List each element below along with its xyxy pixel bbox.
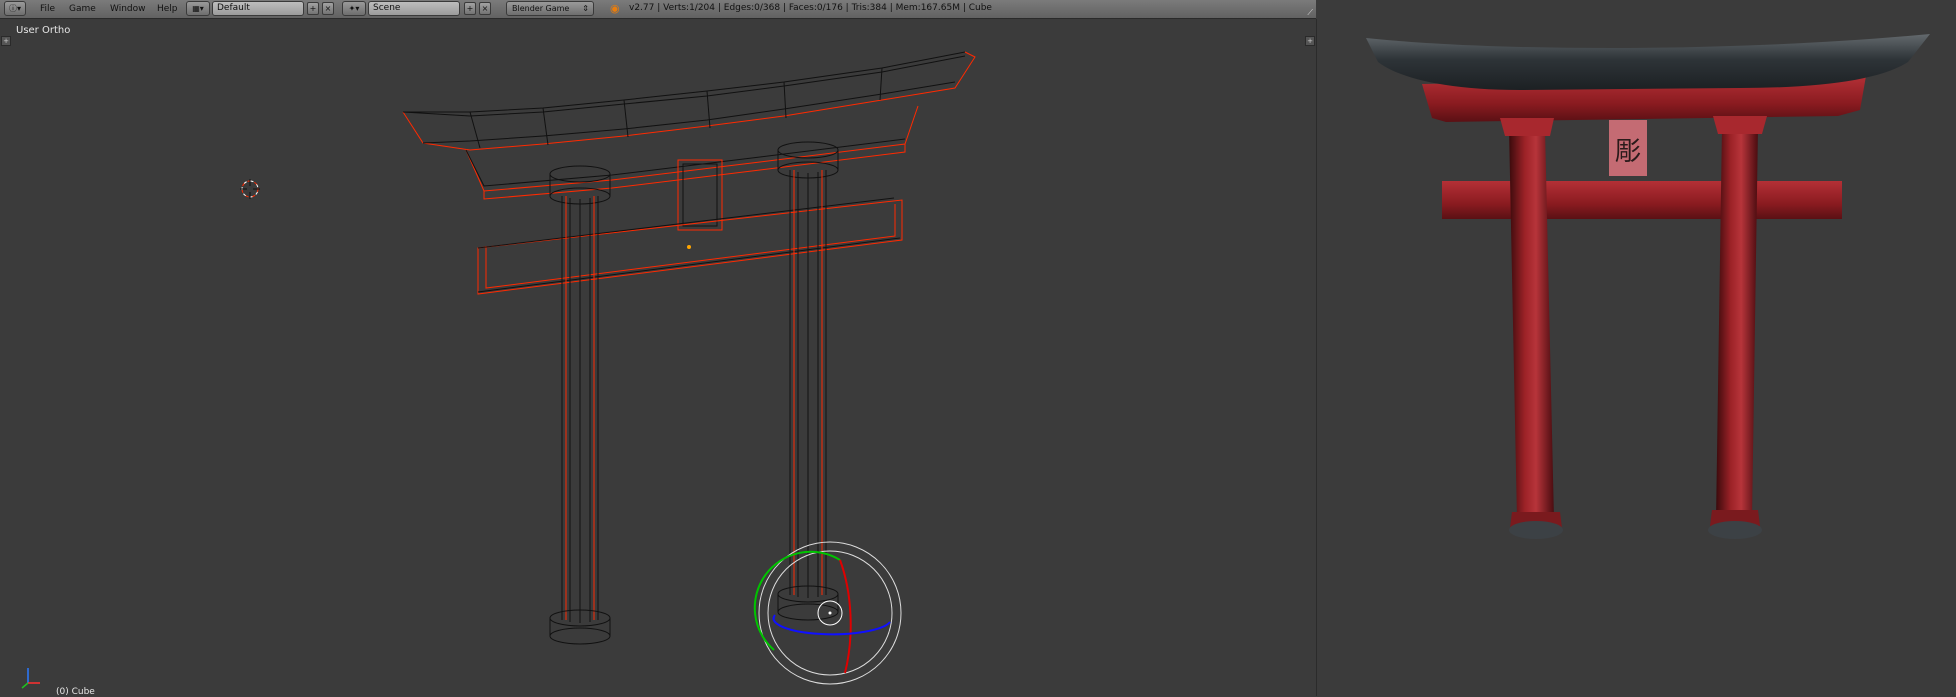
scene-name-field[interactable]: Scene (368, 1, 460, 16)
area-split-icon[interactable]: ⟋ (1307, 8, 1313, 18)
scene-button[interactable]: ✦▾ (342, 1, 366, 16)
rendered-preview-panel: 彫 (1317, 0, 1956, 696)
screen-layout-button[interactable]: ▦▾ (186, 1, 210, 16)
close-icon: × (324, 4, 332, 13)
info-header: ⓘ▾ File Game Window Help ▦▾ Default + × … (0, 0, 1316, 19)
render-cross-beam (1442, 181, 1842, 219)
render-right-foot (1708, 521, 1762, 539)
upper-beam-wireframe (465, 105, 919, 200)
menu-help[interactable]: Help (157, 3, 178, 15)
add-scene-button[interactable]: + (464, 2, 476, 15)
menu-game[interactable]: Game (69, 3, 96, 15)
left-pillar-wireframe (549, 165, 611, 645)
screen-layout-icon: ▦▾ (192, 4, 204, 13)
menu-file[interactable]: File (40, 3, 55, 15)
render-left-foot (1509, 521, 1563, 539)
torii-render: 彫 (1366, 34, 1930, 539)
blender-logo-icon: ◉ (610, 2, 620, 15)
3d-viewport-wireframe[interactable]: + + User Ortho (0) Cube (0, 19, 1317, 697)
manipulator-icon[interactable] (753, 541, 902, 685)
roof-wireframe (402, 51, 976, 151)
menu-window[interactable]: Window (110, 3, 146, 15)
render-right-cap (1713, 116, 1767, 134)
wireframe-canvas (21, 51, 976, 689)
close-icon: × (481, 4, 489, 13)
object-origin[interactable] (687, 245, 691, 249)
scene-icon: ✦▾ (348, 4, 360, 13)
delete-layout-button[interactable]: × (322, 2, 334, 15)
axis-icon (21, 668, 40, 689)
plus-icon: + (309, 4, 317, 13)
render-engine-select[interactable]: Blender Game ⇕ (506, 1, 594, 16)
add-layout-button[interactable]: + (307, 2, 319, 15)
layout-name-field[interactable]: Default (212, 1, 304, 16)
cursor-icon[interactable] (240, 179, 260, 199)
plus-icon: + (466, 4, 474, 13)
right-pillar-wireframe (777, 141, 839, 621)
delete-scene-button[interactable]: × (479, 2, 491, 15)
plaque-glyph: 彫 (1615, 137, 1641, 167)
info-icon: ⓘ▾ (8, 4, 21, 13)
render-right-pillar (1716, 126, 1758, 520)
dropdown-arrows-icon: ⇕ (582, 4, 589, 13)
editor-type-button[interactable]: ⓘ▾ (4, 1, 26, 16)
render-left-cap (1500, 118, 1554, 136)
scene-statistics: v2.77 | Verts:1/204 | Edges:0/368 | Face… (629, 3, 992, 13)
render-engine-value: Blender Game (512, 4, 570, 13)
